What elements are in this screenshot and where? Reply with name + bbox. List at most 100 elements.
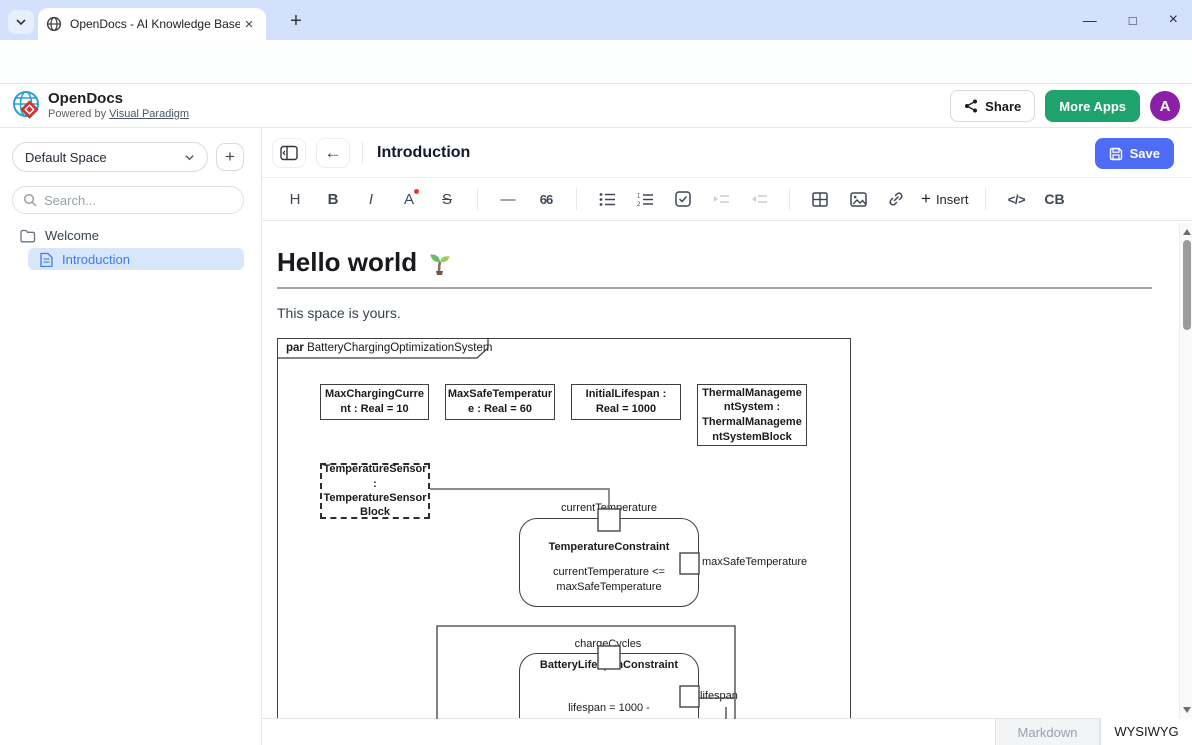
parametric-diagram[interactable]: par BatteryChargingOptimizationSystem Ma… [277,338,852,719]
window-minimize-icon[interactable]: — [1083,12,1097,28]
visual-paradigm-link[interactable]: Visual Paradigm [109,108,189,120]
scrollbar[interactable] [1179,223,1192,719]
port-label: chargeCycles [533,638,683,650]
wysiwyg-mode-button[interactable]: WYSIWYG [1100,718,1192,745]
svg-text:2: 2 [637,202,641,207]
color-dot [414,189,419,194]
inline-code-button[interactable]: </> [1003,185,1029,213]
share-button[interactable]: Share [950,90,1035,122]
powered-by: Powered by Visual Paradigm [48,108,189,120]
constraint-expression: currentTemperature <= maxSafeTemperature [535,565,683,596]
task-list-button[interactable] [670,185,696,213]
sidebar-item-label: Introduction [62,252,130,267]
constant-box: MaxChargingCurrent : Real = 10 [320,384,429,420]
browser-titlebar: OpenDocs - AI Knowledge Base × + — □ × [0,0,1192,40]
editor-content[interactable]: Hello world This space is yours. par Bat… [262,222,1192,719]
folder-icon [20,229,36,243]
diagram-frame-label: par BatteryChargingOptimizationSystem [286,342,492,354]
font-color-glyph: A [404,191,414,208]
more-apps-button[interactable]: More Apps [1045,90,1140,122]
chevron-down-icon [184,152,195,163]
scrollbar-thumb[interactable] [1183,240,1191,330]
heading-rule [277,287,1152,289]
tab-search-button[interactable] [8,10,34,34]
svg-text:1: 1 [637,193,641,199]
add-page-button[interactable]: + [216,143,244,171]
insert-image-button[interactable] [845,185,871,213]
chevron-down-icon [15,16,27,28]
space-selector[interactable]: Default Space [12,142,208,172]
search-icon [23,193,37,207]
outdent-icon [751,192,768,206]
app-name: OpenDocs [48,90,189,107]
markdown-mode-button[interactable]: Markdown [995,718,1100,745]
sidebar-item-label: Welcome [45,228,99,243]
opendocs-logo-icon [10,89,44,123]
numbered-list-icon: 1 2 [637,192,654,207]
powered-by-text: Powered by [48,108,109,120]
divider [789,188,790,210]
constant-box: InitialLifespan : Real = 1000 [571,384,681,420]
constraint-expression: lifespan = 1000 - (chargeRate * [540,701,678,719]
globe-favicon-icon [46,16,62,32]
doc-title: Introduction [377,144,470,162]
doc-header: ← Introduction Save [262,128,1192,178]
sidebar-search[interactable] [12,186,244,214]
tab-close-icon[interactable]: × [240,16,258,33]
numbered-list-button[interactable]: 1 2 [632,185,658,213]
port-label: lifespan [700,690,738,702]
temperature-constraint-box: TemperatureConstraint currentTemperature… [519,518,699,607]
seedling-emoji [427,250,453,276]
sensor-part-box: TemperatureSensor : TemperatureSensorBlo… [320,463,430,519]
bullet-list-icon [599,192,616,207]
plus-icon: + [921,189,931,209]
font-color-button[interactable]: A [396,185,422,213]
sidebar: Default Space + Welcome Introduction [0,128,262,745]
back-button[interactable]: ← [316,138,350,168]
search-input[interactable] [44,193,214,208]
back-arrow-icon: ← [325,143,342,163]
heading-button[interactable]: H [282,185,308,213]
indent-button[interactable] [708,185,734,213]
scroll-up-icon[interactable] [1181,225,1192,239]
page-paragraph[interactable]: This space is yours. [277,305,1192,321]
insert-button[interactable]: + Insert [921,189,968,209]
browser-tab[interactable]: OpenDocs - AI Knowledge Base × [38,8,266,40]
indent-icon [713,192,730,206]
bullet-list-button[interactable] [594,185,620,213]
horizontal-rule-button[interactable]: — [495,185,521,213]
insert-link-button[interactable] [883,185,909,213]
save-label: Save [1130,146,1160,161]
constraint-name: BatteryLifespanConstraint [534,659,684,673]
window-close-icon[interactable]: × [1169,11,1178,29]
sidebar-item-welcome[interactable]: Welcome [20,228,99,243]
frame-title: BatteryChargingOptimizationSystem [307,342,492,354]
checkbox-icon [675,191,691,207]
bold-button[interactable]: B [320,185,346,213]
scroll-down-icon[interactable] [1181,703,1192,717]
code-block-button[interactable]: CB [1041,185,1067,213]
blockquote-button[interactable]: 66 [533,185,559,213]
page-title-text: Hello world [277,247,417,278]
strikethrough-button[interactable]: S [434,185,460,213]
outdent-button[interactable] [746,185,772,213]
toggle-sidebar-button[interactable] [272,138,306,168]
new-tab-button[interactable]: + [282,9,310,33]
sidebar-item-introduction[interactable]: Introduction [28,248,244,270]
save-button[interactable]: Save [1095,138,1174,169]
share-icon [964,99,978,113]
italic-button[interactable]: I [358,185,384,213]
window-maximize-icon[interactable]: □ [1129,13,1137,28]
divider [477,188,478,210]
tab-title: OpenDocs - AI Knowledge Base [70,17,240,31]
save-floppy-icon [1109,147,1123,161]
divider [576,188,577,210]
frame-keyword: par [286,342,304,354]
app-user-avatar[interactable]: A [1150,91,1180,121]
app-header: OpenDocs Powered by Visual Paradigm Shar… [0,84,1192,128]
share-label: Share [985,99,1021,114]
page-title[interactable]: Hello world [277,247,1192,278]
formatting-toolbar: H B I A S — 66 1 2 [262,178,1192,221]
insert-table-button[interactable] [807,185,833,213]
browser-navbar: ← → ↻ ai-toolbox.visual-paradigm.com/app… [0,40,1192,84]
